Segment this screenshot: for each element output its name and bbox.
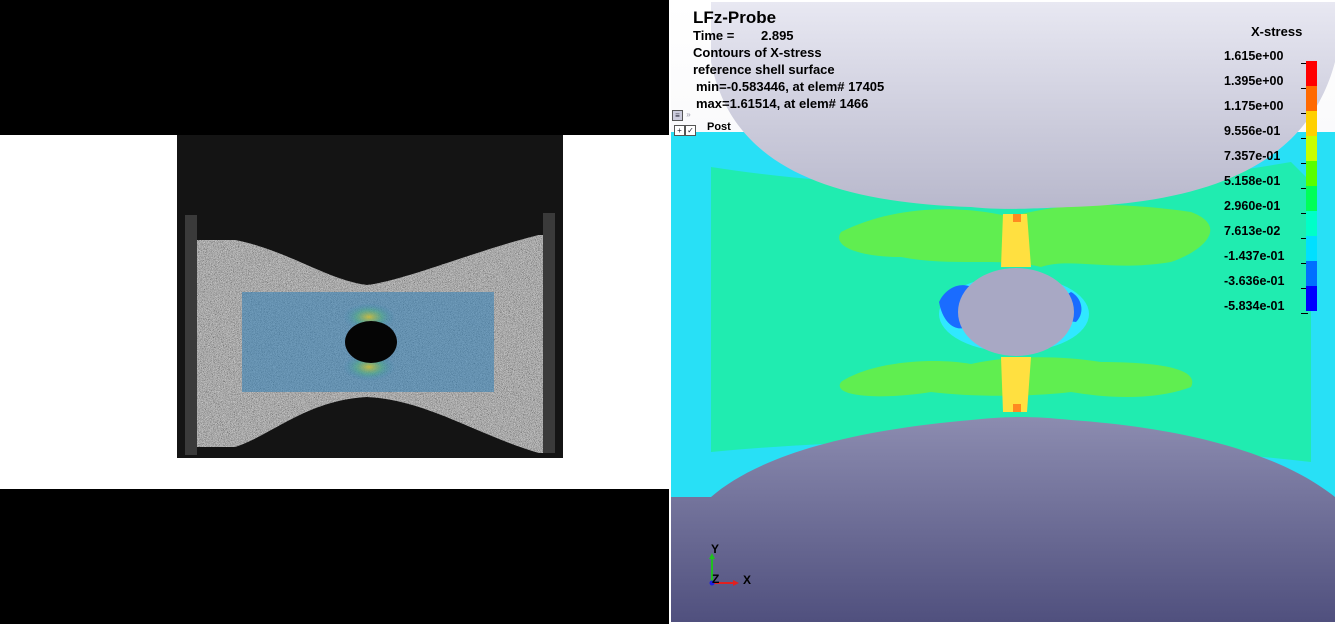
legend-label: -3.636e-01 (1224, 274, 1285, 288)
contour-description: Contours of X-stress (693, 45, 822, 60)
legend-label: -5.834e-01 (1224, 299, 1285, 313)
legend-color-segment (1306, 261, 1317, 286)
specimen-photo (177, 135, 563, 458)
legend-color-segment (1306, 61, 1317, 86)
legend-color-segment (1306, 136, 1317, 161)
legend-label: 2.960e-01 (1224, 199, 1281, 213)
legend-label: 1.175e+00 (1224, 99, 1284, 113)
part-tree-label[interactable]: Post (707, 121, 731, 133)
axis-z-label: Z (712, 572, 720, 586)
legend-tick (1301, 313, 1308, 314)
axis-y-label: Y (711, 542, 720, 556)
legend-label: -1.437e-01 (1224, 249, 1285, 263)
max-value-text: max=1.61514, at elem# 1466 (696, 96, 869, 111)
camera-view-panel (0, 0, 669, 624)
fem-postprocessor-panel: LFz-Probe Time = 2.895 Contours of X-str… (669, 0, 1337, 624)
axis-x-label: X (743, 573, 752, 587)
legend-color-segment (1306, 186, 1317, 211)
time-value: 2.895 (761, 28, 794, 43)
surface-description: reference shell surface (693, 62, 835, 77)
visibility-checkbox-icon[interactable]: ✓ (685, 125, 696, 136)
legend-label: 1.395e+00 (1224, 74, 1284, 88)
legend-color-segment (1306, 286, 1317, 311)
legend-color-segment (1306, 111, 1317, 136)
fem-viewport[interactable]: LFz-Probe Time = 2.895 Contours of X-str… (671, 2, 1335, 622)
model-title: LFz-Probe (693, 8, 777, 27)
legend-color-segment (1306, 236, 1317, 261)
legend-label: 9.556e-01 (1224, 124, 1281, 138)
legend-label: 5.158e-01 (1224, 174, 1281, 188)
legend-color-segment (1306, 211, 1317, 236)
min-value-text: min=-0.583446, at elem# 17405 (696, 79, 885, 94)
legend-color-segment (1306, 86, 1317, 111)
expand-chevrons-icon[interactable]: » (684, 110, 693, 119)
legend-title: X-stress (1251, 24, 1303, 39)
menu-icon[interactable]: ≡ (672, 110, 683, 121)
time-label: Time = (693, 28, 735, 43)
legend-label: 7.357e-01 (1224, 149, 1281, 163)
legend-label: 1.615e+00 (1224, 49, 1284, 63)
legend-label: 7.613e-02 (1224, 224, 1281, 238)
legend-color-segment (1306, 161, 1317, 186)
tree-expand-icon[interactable]: + (674, 125, 685, 136)
